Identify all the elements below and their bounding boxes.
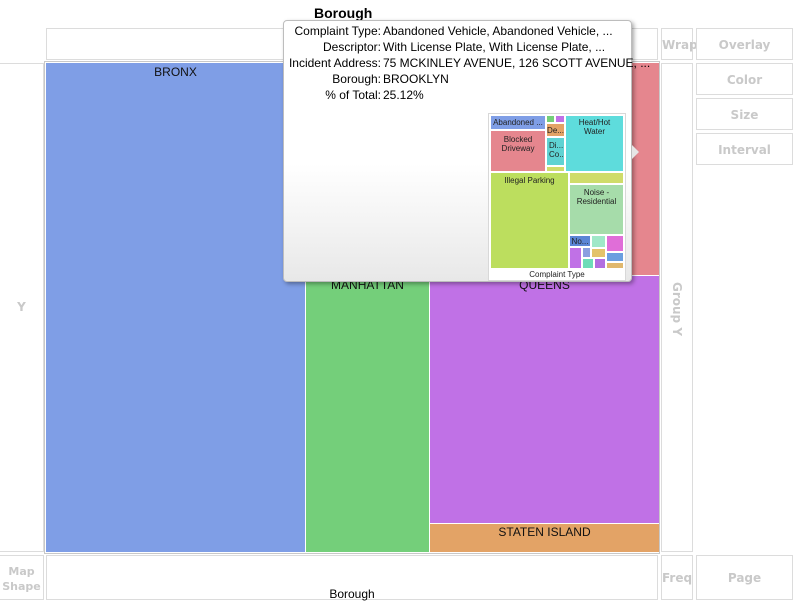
mini-tile: De...	[546, 123, 565, 137]
tooltip-value: With License Plate, With License Plate, …	[383, 40, 606, 54]
mini-tile	[606, 262, 624, 269]
mini-tile	[546, 115, 555, 123]
tooltip-key: Incident Address:	[288, 56, 381, 70]
tooltip-pointer	[632, 145, 639, 159]
mini-tile: Abandoned ...	[490, 115, 546, 130]
mini-tile	[594, 258, 606, 269]
mini-tile: Heat/Hot Water	[565, 115, 624, 172]
mini-tile: Illegal Parking	[490, 172, 569, 269]
tooltip-value: 75 MCKINLEY AVENUE, 126 SCOTT AVENUE, ..…	[383, 56, 651, 70]
mini-tile	[606, 252, 624, 262]
tile-manhattan[interactable]: MANHATTAN	[306, 276, 429, 552]
x-zone[interactable]: Borough	[46, 555, 658, 601]
mini-tile: Blocked Driveway	[490, 130, 546, 172]
tile-staten-island[interactable]: STATEN ISLAND	[430, 524, 659, 552]
graph-title: Borough	[314, 5, 373, 21]
mini-tile	[569, 172, 624, 184]
map-shape-zone[interactable]: Map Shape	[0, 555, 44, 600]
tooltip-key: Borough:	[332, 72, 381, 86]
mini-tile: Di... Co...	[546, 137, 565, 166]
map-shape-zone-label: Map Shape	[2, 565, 41, 593]
tooltip-key: Complaint Type:	[294, 24, 382, 38]
tooltip-row: Complaint Type: Abandoned Vehicle, Aband…	[284, 24, 629, 40]
tooltip-mini-treemap: Abandoned ... De... Blocked Driveway Di.…	[488, 113, 626, 281]
group-y-zone[interactable]: Group Y	[661, 63, 693, 552]
wrap-zone[interactable]: Wrap	[661, 28, 698, 60]
tooltip-value: 25.12%	[383, 88, 424, 102]
page-zone[interactable]: Page	[696, 555, 793, 600]
mini-tile	[591, 248, 606, 258]
mini-tile	[606, 235, 624, 252]
tooltip-row: Incident Address: 75 MCKINLEY AVENUE, 12…	[284, 56, 650, 72]
mini-tile	[569, 247, 582, 269]
tile-staten-island-label: STATEN ISLAND	[498, 525, 591, 539]
group-y-zone-label: Group Y	[670, 281, 684, 337]
x-axis-label: Borough	[329, 587, 375, 601]
hover-tooltip: Complaint Type: Abandoned Vehicle, Aband…	[283, 20, 650, 282]
overlay-zone[interactable]: Overlay	[696, 28, 793, 60]
mini-tile: No...	[569, 235, 591, 247]
tooltip-key: % of Total:	[325, 88, 381, 102]
tooltip-row: % of Total: 25.12%	[284, 88, 629, 104]
y-zone-label: Y	[17, 300, 26, 314]
tile-bronx[interactable]: BRONX	[46, 63, 305, 552]
freq-zone[interactable]: Freq	[661, 555, 693, 600]
tooltip-value: Abandoned Vehicle, Abandoned Vehicle, ..…	[383, 24, 613, 38]
mini-tile	[582, 247, 591, 258]
mini-tile	[591, 235, 606, 248]
mini-tile	[582, 258, 594, 269]
tile-bronx-label: BRONX	[154, 65, 197, 79]
mini-tile: Noise - Residential	[569, 184, 624, 235]
tooltip-value: BROOKLYN	[383, 72, 449, 86]
mini-tile	[555, 115, 565, 123]
interval-zone[interactable]: Interval	[696, 133, 793, 165]
tooltip-key: Descriptor:	[322, 40, 381, 54]
size-zone[interactable]: Size	[696, 98, 793, 130]
tile-queens[interactable]: QUEENS	[430, 276, 659, 523]
mini-chart-caption: Complaint Type	[529, 270, 585, 279]
y-zone[interactable]: Y	[0, 63, 44, 552]
color-zone[interactable]: Color	[696, 63, 793, 95]
tooltip-row: Borough: BROOKLYN	[284, 72, 629, 88]
tooltip-row: Descriptor: With License Plate, With Lic…	[284, 40, 629, 56]
